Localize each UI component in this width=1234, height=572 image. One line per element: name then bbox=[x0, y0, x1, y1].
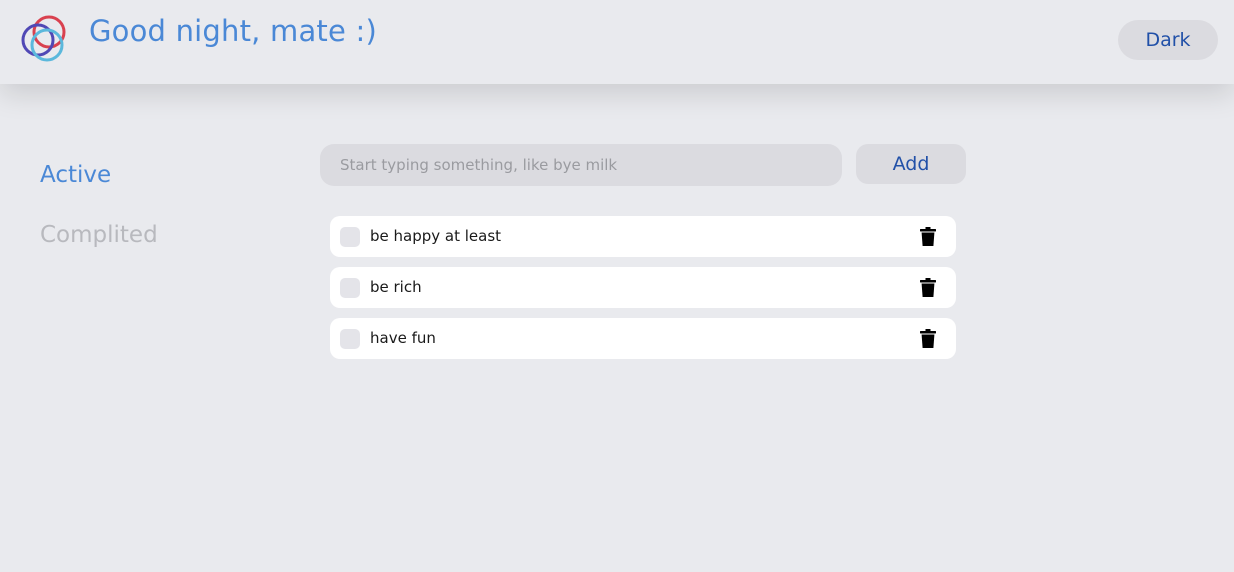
add-todo-button[interactable]: Add bbox=[856, 144, 966, 184]
new-todo-input[interactable] bbox=[320, 144, 842, 186]
greeting-title: Good night, mate :) bbox=[89, 14, 377, 48]
trash-icon[interactable] bbox=[920, 278, 936, 297]
todo-item: be happy at least bbox=[330, 216, 956, 257]
todo-text: be rich bbox=[370, 278, 422, 296]
nav-item-active[interactable]: Active bbox=[40, 162, 111, 188]
nav-item-completed[interactable]: Complited bbox=[40, 222, 158, 248]
todo-item: have fun bbox=[330, 318, 956, 359]
todo-checkbox[interactable] bbox=[340, 227, 360, 247]
todo-text: be happy at least bbox=[370, 227, 502, 245]
todo-checkbox[interactable] bbox=[340, 278, 360, 298]
todo-checkbox[interactable] bbox=[340, 329, 360, 349]
dark-mode-button[interactable]: Dark bbox=[1118, 20, 1218, 60]
logo-icon bbox=[21, 15, 66, 62]
todo-list: be happy at least be rich have fun bbox=[330, 216, 956, 369]
todo-text: have fun bbox=[370, 329, 436, 347]
trash-icon[interactable] bbox=[920, 227, 936, 246]
app-header: Good night, mate :) Dark bbox=[0, 0, 1234, 84]
trash-icon[interactable] bbox=[920, 329, 936, 348]
todo-item: be rich bbox=[330, 267, 956, 308]
